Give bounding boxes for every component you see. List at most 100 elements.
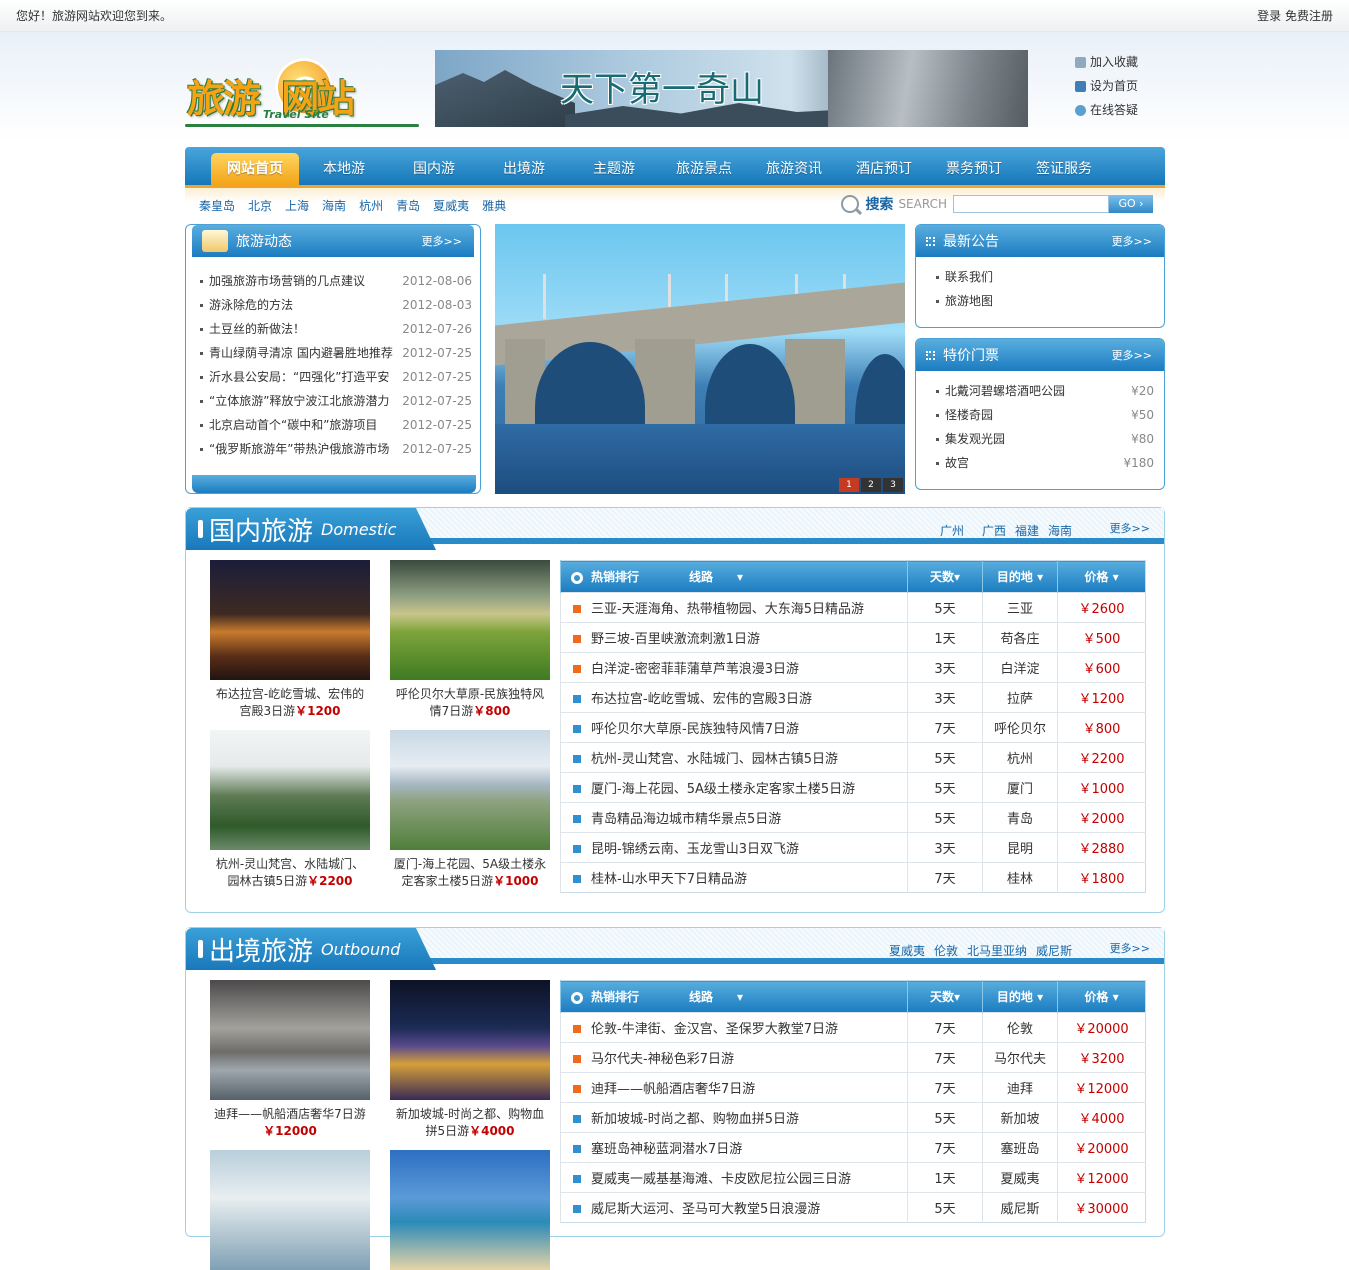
- table-row[interactable]: 桂林-山水甲天下7日精品游 7天 桂林 ￥1800: [560, 862, 1146, 893]
- city-link[interactable]: 秦皇岛: [199, 197, 235, 214]
- route-link[interactable]: 塞班岛神秘蓝洞潜水7日游: [591, 1142, 742, 1157]
- news-item[interactable]: 土豆丝的新做法！ 2012-07-26: [200, 317, 472, 341]
- table-row[interactable]: 布达拉宫-屹屹雪城、宏伟的宫殿3日游 3天 拉萨 ￥1200: [560, 682, 1146, 713]
- nav-outbound[interactable]: 出境游: [479, 153, 569, 185]
- add-favorite-link[interactable]: 加入收藏: [1075, 50, 1138, 74]
- domestic-more-link[interactable]: 更多>>: [1110, 520, 1150, 536]
- tour-card[interactable]: 呼伦贝尔大草原-民族独特风情7日游￥800: [390, 560, 550, 720]
- chevron-down-icon[interactable]: ▾: [737, 990, 743, 1004]
- table-row[interactable]: 杭州-灵山梵宫、水陆城门、园林古镇5日游 5天 杭州 ￥2200: [560, 742, 1146, 773]
- city-link[interactable]: 福建: [1015, 524, 1039, 538]
- route-link[interactable]: 昆明-锦绣云南、玉龙雪山3日双飞游: [591, 842, 799, 857]
- table-row[interactable]: 马尔代夫-神秘色彩7日游 7天 马尔代夫 ￥3200: [560, 1042, 1146, 1073]
- featured-photo-bridge[interactable]: 1 2 3: [495, 224, 905, 494]
- online-help-link[interactable]: 在线答疑: [1075, 98, 1138, 122]
- city-link[interactable]: 海南: [1048, 524, 1072, 538]
- dest-header[interactable]: 目的地 ▾: [982, 560, 1058, 593]
- table-row[interactable]: 呼伦贝尔大草原-民族独特风情7日游 7天 呼伦贝尔 ￥800: [560, 712, 1146, 743]
- route-link[interactable]: 新加坡城-时尚之都、购物血拼5日游: [591, 1112, 799, 1127]
- price-header[interactable]: 价格 ▾: [1057, 560, 1146, 593]
- route-link[interactable]: 伦敦-牛津街、金汉宫、圣保罗大教堂7日游: [591, 1022, 838, 1037]
- route-link[interactable]: 迪拜——帆船酒店奢华7日游: [591, 1082, 755, 1097]
- city-link[interactable]: 广西: [982, 524, 1006, 538]
- city-link[interactable]: 北京: [248, 197, 272, 214]
- tour-card[interactable]: [210, 1150, 370, 1270]
- table-row[interactable]: 夏威夷一威基基海滩、卡皮欧尼拉公园三日游 1天 夏威夷 ￥12000: [560, 1162, 1146, 1193]
- table-row[interactable]: 青岛精品海边城市精华景点5日游 5天 青岛 ￥2000: [560, 802, 1146, 833]
- tour-card[interactable]: 厦门-海上花园、5A级土楼永定客家土楼5日游￥1000: [390, 730, 550, 890]
- table-row[interactable]: 迪拜——帆船酒店奢华7日游 7天 迪拜 ￥12000: [560, 1072, 1146, 1103]
- days-header[interactable]: 天数▾: [907, 560, 983, 593]
- news-item[interactable]: 沂水县公安局：“四强化”打造平安 2012-07-25: [200, 365, 472, 389]
- table-row[interactable]: 厦门-海上花园、5A级土楼永定客家土楼5日游 5天 厦门 ￥1000: [560, 772, 1146, 803]
- city-link[interactable]: 海南: [322, 197, 346, 214]
- set-homepage-link[interactable]: 设为首页: [1075, 74, 1138, 98]
- city-link[interactable]: 广州: [940, 524, 964, 538]
- route-link[interactable]: 桂林-山水甲天下7日精品游: [591, 872, 747, 887]
- list-item[interactable]: 旅游地图: [936, 289, 1154, 313]
- search-input[interactable]: [953, 195, 1109, 213]
- route-link[interactable]: 威尼斯大运河、圣马可大教堂5日浪漫游: [591, 1202, 820, 1217]
- list-item[interactable]: 联系我们: [936, 265, 1154, 289]
- ticket-item[interactable]: 故宫 ¥180: [936, 451, 1154, 475]
- nav-local[interactable]: 本地游: [299, 153, 389, 185]
- ticket-item[interactable]: 北戴河碧螺塔酒吧公园 ¥20: [936, 379, 1154, 403]
- chevron-down-icon[interactable]: ▾: [737, 570, 743, 584]
- city-link[interactable]: 威尼斯: [1036, 944, 1072, 958]
- table-row[interactable]: 塞班岛神秘蓝洞潜水7日游 7天 塞班岛 ￥20000: [560, 1132, 1146, 1163]
- route-link[interactable]: 马尔代夫-神秘色彩7日游: [591, 1052, 734, 1067]
- nav-theme[interactable]: 主题游: [569, 153, 659, 185]
- notice-more-link[interactable]: 更多>>: [1112, 233, 1152, 249]
- register-link[interactable]: 免费注册: [1285, 9, 1333, 23]
- news-item[interactable]: “立体旅游”释放宁波江北旅游潜力 2012-07-25: [200, 389, 472, 413]
- news-item[interactable]: “俄罗斯旅游年”带热沪俄旅游市场 2012-07-25: [200, 437, 472, 461]
- news-item[interactable]: 加强旅游市场营销的几点建议 2012-08-06: [200, 269, 472, 293]
- route-link[interactable]: 野三坡-百里峡激流刺激1日游: [591, 632, 760, 647]
- search-go-button[interactable]: GO ›: [1109, 195, 1153, 213]
- city-link[interactable]: 雅典: [482, 197, 506, 214]
- nav-hotel[interactable]: 酒店预订: [839, 153, 929, 185]
- slide-page-button[interactable]: 2: [861, 478, 881, 492]
- days-header[interactable]: 天数▾: [907, 980, 983, 1013]
- slide-page-button[interactable]: 3: [883, 478, 903, 492]
- route-link[interactable]: 厦门-海上花园、5A级土楼永定客家土楼5日游: [591, 782, 855, 797]
- tour-card[interactable]: 新加坡城-时尚之都、购物血拼5日游￥4000: [390, 980, 550, 1140]
- route-header[interactable]: 线路: [689, 570, 713, 584]
- route-link[interactable]: 呼伦贝尔大草原-民族独特风情7日游: [591, 722, 799, 737]
- city-link[interactable]: 夏威夷: [889, 944, 925, 958]
- slide-page-button[interactable]: 1: [839, 478, 859, 492]
- nav-home[interactable]: 网站首页: [211, 153, 299, 185]
- city-link[interactable]: 上海: [285, 197, 309, 214]
- dest-header[interactable]: 目的地 ▾: [982, 980, 1058, 1013]
- news-item[interactable]: 北京启动首个“碳中和”旅游项目 2012-07-25: [200, 413, 472, 437]
- table-row[interactable]: 昆明-锦绣云南、玉龙雪山3日双飞游 3天 昆明 ￥2880: [560, 832, 1146, 863]
- login-link[interactable]: 登录: [1257, 9, 1281, 23]
- outbound-more-link[interactable]: 更多>>: [1110, 940, 1150, 956]
- city-link[interactable]: 杭州: [359, 197, 383, 214]
- route-link[interactable]: 夏威夷一威基基海滩、卡皮欧尼拉公园三日游: [591, 1172, 851, 1187]
- price-header[interactable]: 价格 ▾: [1057, 980, 1146, 1013]
- nav-domestic[interactable]: 国内游: [389, 153, 479, 185]
- site-logo[interactable]: e 旅游e网站 Travel Site: [185, 48, 425, 128]
- tour-card[interactable]: 迪拜——帆船酒店奢华7日游 ￥12000: [210, 980, 370, 1140]
- ticket-item[interactable]: 集发观光园 ¥80: [936, 427, 1154, 451]
- news-item[interactable]: 青山绿荫寻清凉 国内避暑胜地推荐 2012-07-25: [200, 341, 472, 365]
- route-link[interactable]: 布达拉宫-屹屹雪城、宏伟的宫殿3日游: [591, 692, 812, 707]
- city-link[interactable]: 北马里亚纳: [967, 944, 1027, 958]
- table-row[interactable]: 伦敦-牛津街、金汉宫、圣保罗大教堂7日游 7天 伦敦 ￥20000: [560, 1012, 1146, 1043]
- tour-card[interactable]: [390, 1150, 550, 1270]
- tour-card[interactable]: 杭州-灵山梵宫、水陆城门、园林古镇5日游￥2200: [210, 730, 370, 890]
- table-row[interactable]: 白洋淀-密密菲菲蒲草芦苇浪漫3日游 3天 白洋淀 ￥600: [560, 652, 1146, 683]
- route-link[interactable]: 杭州-灵山梵宫、水陆城门、园林古镇5日游: [591, 752, 838, 767]
- route-link[interactable]: 白洋淀-密密菲菲蒲草芦苇浪漫3日游: [591, 662, 799, 677]
- city-link[interactable]: 青岛: [396, 197, 420, 214]
- route-link[interactable]: 三亚-天涯海角、热带植物园、大东海5日精品游: [591, 602, 864, 617]
- table-row[interactable]: 野三坡-百里峡激流刺激1日游 1天 苟各庄 ￥500: [560, 622, 1146, 653]
- route-header[interactable]: 线路: [689, 990, 713, 1004]
- ticket-item[interactable]: 怪楼奇园 ¥50: [936, 403, 1154, 427]
- route-link[interactable]: 青岛精品海边城市精华景点5日游: [591, 812, 781, 827]
- news-more-link[interactable]: 更多>>: [422, 233, 462, 249]
- city-link[interactable]: 伦敦: [934, 944, 958, 958]
- nav-attractions[interactable]: 旅游景点: [659, 153, 749, 185]
- tour-card[interactable]: 布达拉宫-屹屹雪城、宏伟的宫殿3日游￥1200: [210, 560, 370, 720]
